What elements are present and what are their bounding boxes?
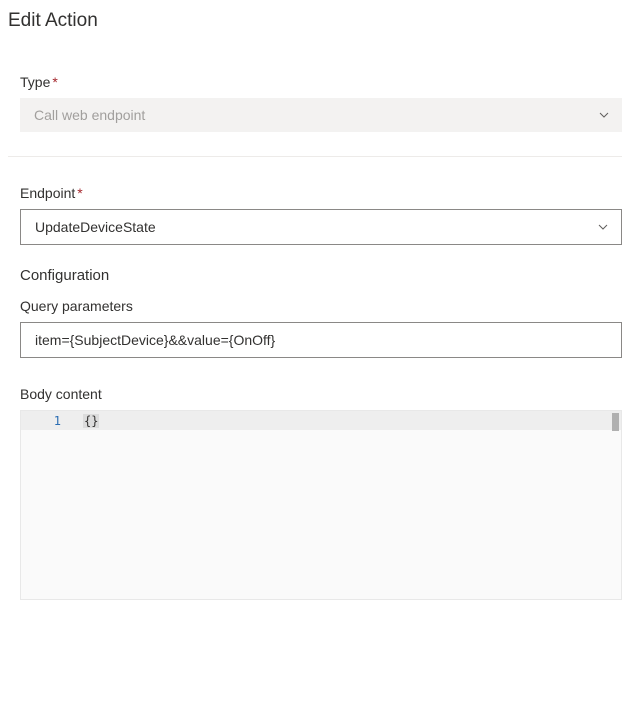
type-select-value: Call web endpoint [34, 107, 145, 123]
endpoint-label: Endpoint* [20, 185, 622, 201]
section-divider [8, 156, 622, 157]
type-select[interactable]: Call web endpoint [20, 98, 622, 132]
chevron-down-icon [598, 109, 610, 121]
code-braces: {} [83, 414, 99, 428]
form-section: Type* Call web endpoint Endpoint* Update… [8, 74, 622, 600]
body-content-label: Body content [20, 386, 622, 402]
chevron-down-icon [597, 221, 609, 233]
page-title: Edit Action [8, 10, 622, 32]
endpoint-label-text: Endpoint [20, 185, 75, 201]
required-indicator: * [52, 74, 57, 90]
query-params-label: Query parameters [20, 298, 622, 314]
endpoint-select[interactable]: UpdateDeviceState [20, 209, 622, 245]
endpoint-select-value: UpdateDeviceState [35, 219, 156, 235]
query-params-input[interactable] [20, 322, 622, 358]
type-label-text: Type [20, 74, 50, 90]
body-content-editor[interactable]: 1 {} [20, 410, 622, 600]
code-line: 1 {} [21, 411, 621, 430]
configuration-heading: Configuration [20, 267, 622, 284]
required-indicator: * [77, 185, 82, 201]
code-text[interactable]: {} [83, 414, 621, 428]
scrollbar-marker [612, 413, 619, 431]
type-label: Type* [20, 74, 622, 90]
line-number: 1 [21, 414, 83, 428]
